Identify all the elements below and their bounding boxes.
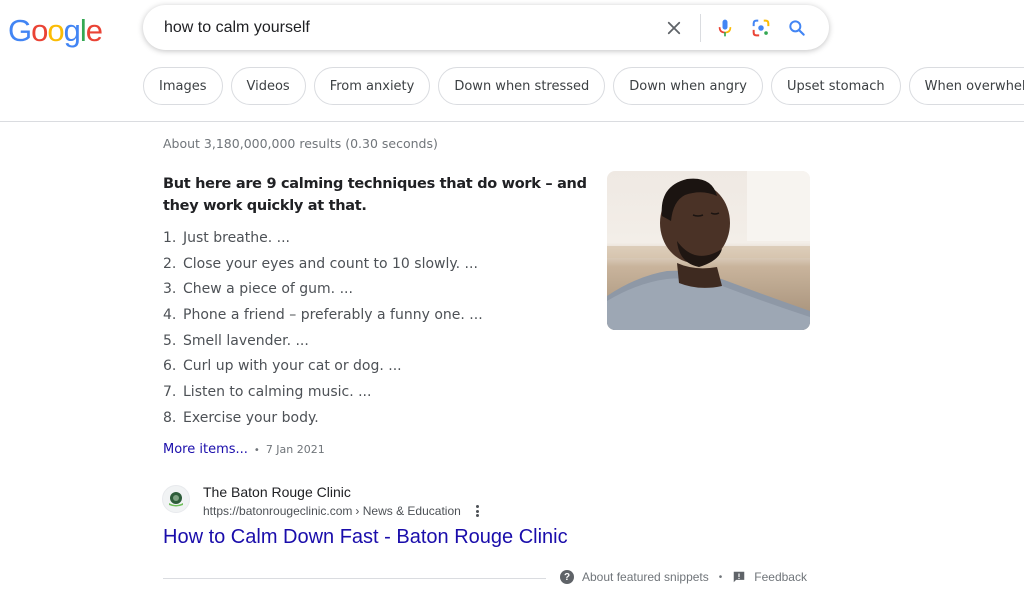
clear-button[interactable] <box>656 10 692 46</box>
more-items-link[interactable]: More items... <box>163 442 248 457</box>
about-label: About featured snippets <box>582 570 709 584</box>
list-number: 3. <box>163 281 177 298</box>
list-item: 8. Exercise your body. <box>163 408 483 434</box>
chip-down-when-stressed[interactable]: Down when stressed <box>438 67 606 105</box>
list-number: 4. <box>163 307 177 324</box>
logo-letter: o <box>47 13 64 48</box>
url-breadcrumb: › News & Education <box>355 504 461 518</box>
list-text: Listen to calming music. ... <box>183 384 372 401</box>
snippet-footer: ? About featured snippets • Feedback <box>560 570 807 584</box>
list-item: 7. Listen to calming music. ... <box>163 382 483 408</box>
list-number: 2. <box>163 255 177 272</box>
chip-down-when-angry[interactable]: Down when angry <box>613 67 763 105</box>
list-text: Curl up with your cat or dog. ... <box>183 358 402 375</box>
logo-letter: e <box>85 13 103 48</box>
chip-videos[interactable]: Videos <box>230 67 306 105</box>
list-item: 4. Phone a friend – preferably a funny on… <box>163 305 483 331</box>
header-divider <box>0 121 1024 122</box>
site-name[interactable]: The Baton Rouge Clinic <box>203 484 351 500</box>
list-text: Close your eyes and count to 10 slowly. … <box>183 255 478 272</box>
snippet-date: 7 Jan 2021 <box>265 443 325 456</box>
site-favicon[interactable] <box>162 485 190 513</box>
google-lens-icon <box>752 19 770 36</box>
chip-images[interactable]: Images <box>143 67 223 105</box>
snippet-list: 1. Just breathe. ... 2. Close your eyes an… <box>163 228 483 434</box>
meta-separator: • <box>253 445 260 456</box>
help-icon: ? <box>560 570 574 584</box>
snippet-image[interactable] <box>607 171 810 330</box>
google-logo[interactable]: Google <box>8 13 103 49</box>
clear-icon <box>667 21 681 34</box>
search-separator <box>700 13 701 42</box>
list-text: Exercise your body. <box>183 409 319 426</box>
image-search-button[interactable] <box>743 10 779 46</box>
chip-from-anxiety[interactable]: From anxiety <box>313 67 431 105</box>
about-featured-snippets-link[interactable]: ? About featured snippets <box>560 570 709 584</box>
search-button[interactable] <box>779 10 815 46</box>
microphone-icon <box>718 19 732 36</box>
footer-divider <box>163 578 546 579</box>
list-text: Smell lavender. ... <box>183 332 309 349</box>
list-number: 1. <box>163 230 177 246</box>
man-relaxing-image <box>607 171 810 330</box>
list-item: 3. Chew a piece of gum. ... <box>163 279 483 305</box>
voice-search-button[interactable] <box>707 10 743 46</box>
logo-letter: G <box>8 13 32 48</box>
footer-separator: • <box>718 571 723 583</box>
list-item: 2. Close your eyes and count to 10 slowly… <box>163 254 483 280</box>
list-text: Chew a piece of gum. ... <box>183 281 353 298</box>
list-text: Just breathe. ... <box>183 230 290 246</box>
list-text: Phone a friend – preferably a funny one.… <box>183 307 483 324</box>
search-icon <box>789 19 805 36</box>
search-box <box>143 5 829 50</box>
list-number: 5. <box>163 332 177 349</box>
feedback-icon <box>734 571 745 583</box>
list-number: 7. <box>163 384 177 401</box>
snippet-meta: More items... • 7 Jan 2021 <box>163 442 325 457</box>
feedback-label: Feedback <box>754 570 807 584</box>
logo-letter: g <box>63 13 81 48</box>
url-text: https://batonrougeclinic.com <box>203 504 353 518</box>
list-item: 1. Just breathe. ... <box>163 228 483 254</box>
list-item: 6. Curl up with your cat or dog. ... <box>163 356 483 382</box>
clinic-logo-icon <box>169 492 183 507</box>
search-actions <box>656 5 815 50</box>
more-options-button[interactable] <box>473 503 483 519</box>
list-number: 8. <box>163 409 177 426</box>
search-input[interactable] <box>164 5 644 50</box>
refinement-chips: Images Videos From anxiety Down when str… <box>143 67 1024 105</box>
more-vert-icon <box>476 505 480 508</box>
list-item: 5. Smell lavender. ... <box>163 331 483 357</box>
feedback-link[interactable]: Feedback <box>732 570 807 584</box>
chip-when-overwhelmed[interactable]: When overwhelmed <box>908 67 1024 105</box>
chip-upset-stomach[interactable]: Upset stomach <box>771 67 901 105</box>
result-stats: About 3,180,000,000 results (0.30 second… <box>163 136 438 151</box>
site-url: https://batonrougeclinic.com › News & Ed… <box>203 503 483 519</box>
snippet-heading: But here are 9 calming techniques that d… <box>163 176 587 214</box>
result-title-link[interactable]: How to Calm Down Fast - Baton Rouge Clin… <box>163 526 568 549</box>
logo-letter: o <box>31 13 48 48</box>
list-number: 6. <box>163 358 177 375</box>
